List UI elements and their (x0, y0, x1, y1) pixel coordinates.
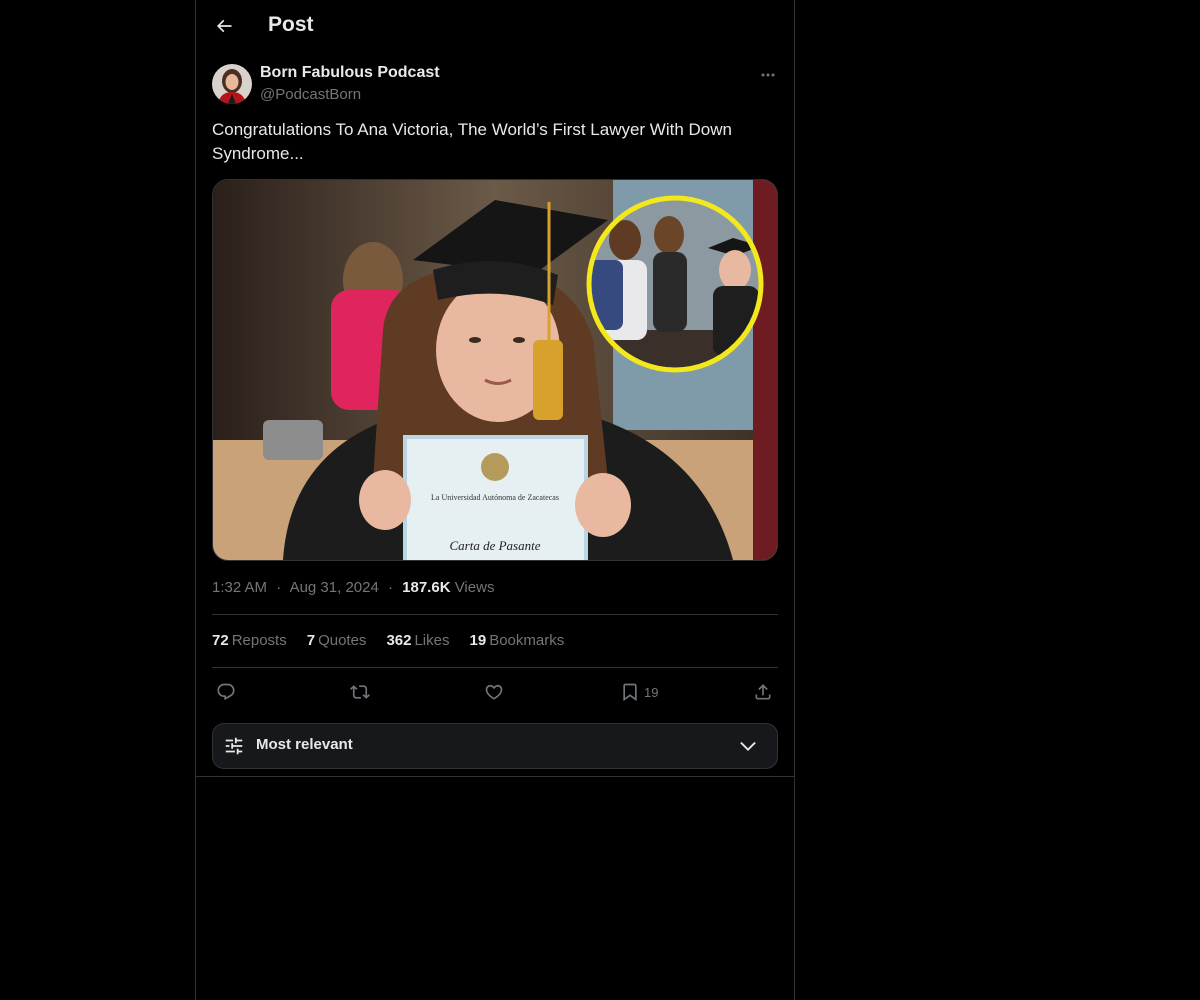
post-time[interactable]: 1:32 AM (212, 579, 267, 596)
repost-icon (350, 685, 370, 699)
divider (212, 667, 778, 668)
views-count: 187.6K (402, 579, 451, 596)
author-name[interactable]: Born Fabulous Podcast (260, 64, 440, 82)
meta-separator: · (387, 579, 393, 596)
engagement-stats: 72 Reposts 7 Quotes 362 Likes 19 Bookmarks (212, 632, 564, 649)
bookmark-button[interactable]: 19 (620, 679, 658, 705)
post-image[interactable]: La Universidad Autónoma de Zacatecas Car… (212, 179, 778, 561)
action-bar: 19 (212, 679, 778, 705)
post-date[interactable]: Aug 31, 2024 (290, 579, 379, 596)
bookmark-icon (623, 683, 637, 702)
like-button[interactable] (484, 679, 504, 705)
certificate-line1: La Universidad Autónoma de Zacatecas (431, 493, 559, 502)
bookmarks-count: 19 (469, 632, 487, 649)
back-button[interactable] (210, 12, 238, 40)
post-meta: 1:32 AM · Aug 31, 2024 · 187.6K Views (212, 579, 494, 596)
page-header: Post (196, 0, 794, 53)
reposts-count: 72 (212, 632, 229, 649)
page-title: Post (268, 13, 314, 36)
meta-separator: · (276, 579, 282, 596)
author-handle[interactable]: @PodcastBorn (260, 86, 361, 103)
repost-button[interactable] (350, 679, 370, 705)
avatar[interactable] (212, 64, 252, 104)
reposts-label: Reposts (231, 632, 287, 649)
arrow-left-icon (216, 19, 232, 33)
heart-icon (485, 684, 503, 700)
sort-label: Most relevant (256, 736, 353, 753)
sliders-icon (225, 737, 243, 755)
likes-stat[interactable]: 362 Likes (386, 632, 449, 649)
share-icon (755, 684, 771, 700)
divider (212, 614, 778, 615)
post-text: Congratulations To Ana Victoria, The Wor… (212, 120, 732, 163)
reply-icon (217, 683, 235, 701)
quotes-count: 7 (306, 632, 316, 649)
reposts-stat[interactable]: 72 Reposts (212, 632, 287, 649)
likes-count: 362 (386, 632, 412, 649)
more-options-button[interactable] (758, 62, 778, 88)
share-button[interactable] (753, 679, 773, 705)
views-label: Views (454, 579, 495, 596)
quotes-stat[interactable]: 7 Quotes (307, 632, 367, 649)
certificate-line2: Carta de Pasante (450, 538, 541, 553)
reply-button[interactable] (216, 679, 236, 705)
quotes-label: Quotes (318, 632, 367, 649)
reply-sort-dropdown[interactable]: Most relevant (212, 723, 778, 769)
bookmark-count: 19 (644, 684, 659, 700)
bookmarks-label: Bookmarks (489, 632, 565, 649)
chevron-down-icon (740, 741, 756, 751)
more-icon (761, 73, 775, 77)
divider (196, 776, 794, 777)
likes-label: Likes (414, 632, 450, 649)
primary-column: Post Born Fabulous Podcast @PodcastBorn … (195, 0, 795, 1000)
bookmarks-stat[interactable]: 19 Bookmarks (470, 632, 565, 649)
